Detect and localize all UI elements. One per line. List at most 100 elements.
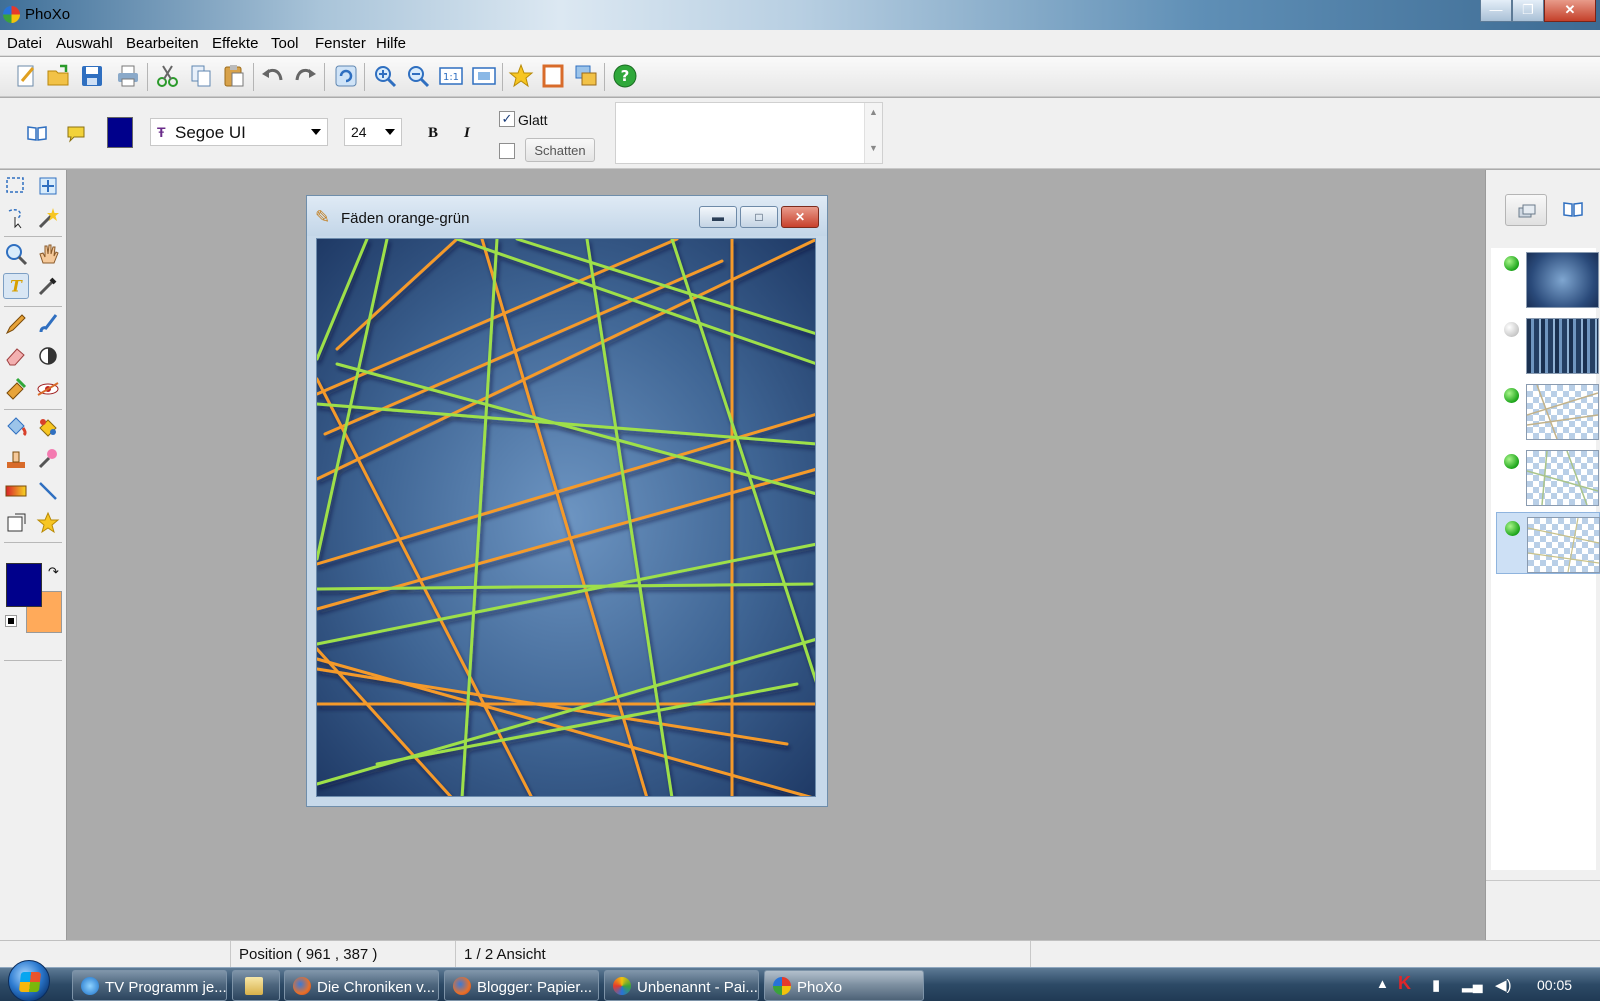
layer-item[interactable] <box>1496 446 1600 508</box>
font-size-select[interactable]: 24 <box>344 118 402 146</box>
eraser-icon[interactable] <box>3 343 29 369</box>
font-type-icon: Ŧ <box>157 124 166 140</box>
task-blogger[interactable]: Blogger: Papier... <box>444 970 599 1001</box>
task-chroniken[interactable]: Die Chroniken v... <box>284 970 439 1001</box>
font-select[interactable]: Ŧ Segoe UI <box>150 118 328 146</box>
redo-icon[interactable] <box>292 63 318 89</box>
menu-fenster[interactable]: Fenster <box>315 35 366 52</box>
layer-visibility-icon[interactable] <box>1504 454 1519 469</box>
volume-icon[interactable]: ◀) <box>1495 976 1512 994</box>
clone-stamp-icon[interactable] <box>3 375 29 401</box>
layer-visibility-icon[interactable] <box>1504 322 1519 337</box>
close-button[interactable]: ✕ <box>1544 0 1596 22</box>
antivirus-icon[interactable]: K <box>1398 973 1411 994</box>
task-explorer[interactable] <box>232 970 280 1001</box>
layer-thumbnail <box>1526 252 1599 308</box>
document-title-bar[interactable]: ✎ Fäden orange-grün ▬ □ ✕ <box>307 196 827 236</box>
undo-icon[interactable] <box>260 63 286 89</box>
copy-icon[interactable] <box>188 63 214 89</box>
task-phoxo[interactable]: PhoXo <box>764 970 924 1001</box>
menu-effekte[interactable]: Effekte <box>212 35 258 52</box>
pencil-icon[interactable] <box>3 311 29 337</box>
zoom-in-icon[interactable] <box>372 63 398 89</box>
new-icon[interactable] <box>13 63 39 89</box>
chevron-down-icon <box>385 129 395 135</box>
gradient-icon[interactable] <box>3 478 29 504</box>
document-maximize-button[interactable]: □ <box>740 206 778 228</box>
cut-icon[interactable] <box>155 63 181 89</box>
fit-window-icon[interactable] <box>471 63 497 89</box>
italic-button[interactable]: I <box>464 125 470 142</box>
magnifier-icon[interactable] <box>3 241 29 267</box>
save-icon[interactable] <box>79 63 105 89</box>
layer-item-selected[interactable] <box>1496 512 1600 574</box>
bold-button[interactable]: B <box>428 125 438 142</box>
paste-icon[interactable] <box>221 63 247 89</box>
refresh-icon[interactable] <box>333 63 359 89</box>
frame-icon[interactable] <box>540 63 566 89</box>
layer-visibility-icon[interactable] <box>1505 521 1520 536</box>
text-tool-icon[interactable]: T <box>3 273 29 299</box>
brush-icon[interactable] <box>35 311 61 337</box>
text-scrollbar[interactable]: ▲ ▼ <box>864 103 882 163</box>
layer-item[interactable] <box>1496 314 1600 376</box>
power-icon[interactable]: ▮ <box>1432 976 1440 994</box>
shadow-checkbox[interactable] <box>499 143 515 159</box>
shape-star-icon[interactable] <box>35 510 61 536</box>
print-icon[interactable] <box>115 63 141 89</box>
favorite-icon[interactable] <box>508 63 534 89</box>
red-eye-icon[interactable] <box>35 375 61 401</box>
layer-visibility-icon[interactable] <box>1504 256 1519 271</box>
move-icon[interactable] <box>35 173 61 199</box>
contrast-icon[interactable] <box>35 343 61 369</box>
open-icon[interactable] <box>46 63 72 89</box>
swap-colors-icon[interactable]: ↷ <box>48 564 59 580</box>
minimize-button[interactable]: — <box>1480 0 1512 22</box>
layer-properties-button[interactable] <box>1505 194 1547 226</box>
task-tv-programm[interactable]: TV Programm je... <box>72 970 227 1001</box>
line-icon[interactable] <box>35 478 61 504</box>
color-replace-icon[interactable] <box>35 414 61 440</box>
layer-item[interactable] <box>1496 248 1600 310</box>
layer-visibility-icon[interactable] <box>1504 388 1519 403</box>
transform-icon[interactable] <box>3 510 29 536</box>
zoom-out-icon[interactable] <box>405 63 431 89</box>
start-button[interactable] <box>8 960 50 1001</box>
image-canvas[interactable] <box>316 238 816 797</box>
book-icon[interactable] <box>1562 200 1584 218</box>
layers-icon[interactable] <box>573 63 599 89</box>
firefox-icon <box>293 977 311 995</box>
document-close-button[interactable]: ✕ <box>781 206 819 228</box>
menu-datei[interactable]: Datei <box>7 35 42 52</box>
menu-bearbeiten[interactable]: Bearbeiten <box>126 35 199 52</box>
menu-hilfe[interactable]: Hilfe <box>376 35 406 52</box>
reset-colors-icon[interactable] <box>5 615 17 627</box>
hand-icon[interactable] <box>35 241 61 267</box>
background-color-swatch[interactable] <box>6 563 42 607</box>
layer-item[interactable] <box>1496 380 1600 442</box>
speech-bubble-icon[interactable] <box>66 124 86 144</box>
fill-bucket-icon[interactable] <box>3 414 29 440</box>
network-icon[interactable]: ▂▄ <box>1462 976 1483 993</box>
menu-auswahl[interactable]: Auswahl <box>56 35 113 52</box>
tray-expand-icon[interactable]: ▲ <box>1376 976 1389 991</box>
rect-select-icon[interactable] <box>3 173 29 199</box>
text-input-area[interactable]: ▲ ▼ <box>615 102 883 164</box>
menu-tool[interactable]: Tool <box>271 35 299 52</box>
stamp-icon[interactable] <box>3 446 29 472</box>
task-paint[interactable]: Unbenannt - Pai... <box>604 970 759 1001</box>
magic-wand-icon[interactable] <box>35 205 61 231</box>
actual-size-icon[interactable]: 1:1 <box>438 63 464 89</box>
maximize-button[interactable]: ❐ <box>1512 0 1544 22</box>
lasso-icon[interactable] <box>3 205 29 231</box>
smooth-checkbox[interactable]: ✓ <box>499 111 515 127</box>
paint-icon <box>613 977 631 995</box>
taskbar-clock[interactable]: 00:05 <box>1537 977 1572 993</box>
document-minimize-button[interactable]: ▬ <box>699 206 737 228</box>
help-icon[interactable]: ? <box>612 63 638 89</box>
shadow-button[interactable]: Schatten <box>525 138 595 162</box>
heal-icon[interactable] <box>35 446 61 472</box>
book-icon[interactable] <box>26 124 48 142</box>
eyedropper-icon[interactable] <box>35 273 61 299</box>
text-color-swatch[interactable] <box>107 117 133 148</box>
